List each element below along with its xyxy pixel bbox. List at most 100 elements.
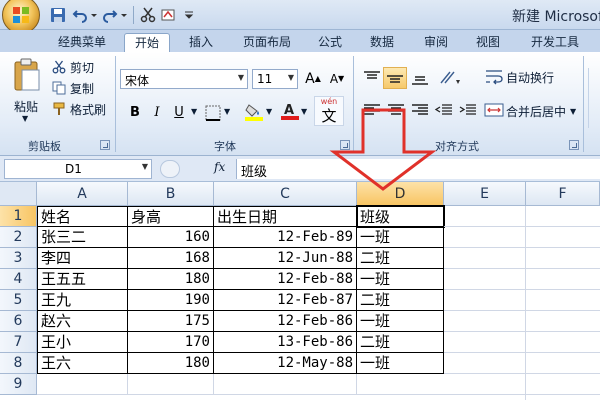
wrap-text-button[interactable]: 自动换行 [506,69,554,86]
table-cell[interactable]: 二班 [357,290,444,311]
row-header-7[interactable]: 7 [0,332,37,353]
cut-button[interactable]: 剪切 [70,59,94,76]
col-header-f[interactable]: F [526,182,600,206]
formula-bar-resize[interactable] [160,160,180,178]
fill-color-icon[interactable] [244,102,264,122]
merge-dropdown-icon[interactable]: ▼ [570,107,576,116]
copy-button[interactable]: 复制 [70,80,94,97]
phonetic-button[interactable]: wén 文 [314,96,344,126]
underline-button[interactable]: U [168,102,190,124]
tab-classic-menu[interactable]: 经典菜单 [50,33,114,52]
row-header-5[interactable]: 5 [0,290,37,311]
paste-button[interactable]: 粘贴 [14,98,38,115]
table-cell[interactable]: 190 [128,290,214,311]
table-cell[interactable]: 王六 [37,353,128,374]
table-cell[interactable]: 二班 [357,248,444,269]
bold-button[interactable]: B [124,102,146,124]
align-bottom-icon[interactable] [410,70,430,86]
font-launcher-icon[interactable] [340,140,350,150]
grow-font-button[interactable]: A▲ [302,68,324,90]
col-header-e[interactable]: E [444,182,526,206]
select-all-button[interactable] [0,182,37,206]
row-header-9[interactable]: 9 [0,374,37,395]
table-cell[interactable]: 张三二 [37,227,128,248]
redo-dropdown-icon[interactable] [120,7,128,23]
decrease-indent-icon[interactable] [434,102,454,118]
office-button[interactable] [2,0,40,34]
tab-data[interactable]: 数据 [362,33,402,52]
borders-dropdown-icon[interactable]: ▼ [224,107,230,116]
formula-input[interactable]: 班级 [236,159,600,180]
row-header-2[interactable]: 2 [0,227,37,248]
header-cell[interactable]: 身高 [128,206,214,227]
col-header-b[interactable]: B [128,182,214,206]
table-cell[interactable]: 180 [128,269,214,290]
table-cell[interactable]: 175 [128,311,214,332]
row-header-3[interactable]: 3 [0,248,37,269]
format-painter-icon[interactable] [52,102,66,116]
tab-home[interactable]: 开始 [124,33,170,52]
paste-icon[interactable] [12,58,42,92]
table-cell[interactable]: 160 [128,227,214,248]
name-box[interactable]: D1 ▼ [4,159,152,179]
table-cell[interactable]: 13-Feb-86 [214,332,357,353]
align-center-icon[interactable] [386,102,406,118]
insert-function-icon[interactable]: fx [214,160,225,174]
header-cell[interactable]: 班级 [356,205,445,228]
table-cell[interactable]: 168 [128,248,214,269]
scissors-icon[interactable] [140,7,156,23]
font-color-button[interactable]: A [278,100,300,122]
empty-cells-e[interactable] [444,206,526,400]
copy-icon[interactable] [52,81,66,95]
col-header-d[interactable]: D [357,182,444,206]
row-header-4[interactable]: 4 [0,269,37,290]
font-color-dropdown-icon[interactable]: ▼ [301,107,307,116]
merge-center-icon[interactable] [484,102,504,118]
underline-dropdown-icon[interactable]: ▼ [191,107,197,116]
merge-center-button[interactable]: 合并后居中 [506,103,566,120]
table-cell[interactable]: 王九 [37,290,128,311]
col-header-a[interactable]: A [37,182,128,206]
shrink-font-button[interactable]: A▼ [326,68,348,90]
table-cell[interactable]: 一班 [357,269,444,290]
row-header-1[interactable]: 1 [0,206,37,227]
table-cell[interactable]: 12-Feb-88 [214,269,357,290]
tab-developer[interactable]: 开发工具 [522,33,588,52]
empty-cells-f[interactable] [526,206,600,400]
fill-color-dropdown-icon[interactable]: ▼ [266,107,272,116]
format-icon[interactable] [160,7,176,23]
font-size-select[interactable]: 11 ▼ [252,69,298,89]
tab-view[interactable]: 视图 [468,33,508,52]
borders-icon[interactable] [204,104,222,122]
undo-icon[interactable] [72,7,88,23]
redo-icon[interactable] [102,7,118,23]
tab-page-layout[interactable]: 页面布局 [236,33,298,52]
align-left-icon[interactable] [362,102,382,118]
format-painter-button[interactable]: 格式刷 [70,101,106,118]
tab-formulas[interactable]: 公式 [310,33,350,52]
table-cell[interactable]: 12-Feb-87 [214,290,357,311]
table-cell[interactable]: 王五五 [37,269,128,290]
increase-indent-icon[interactable] [458,102,478,118]
header-cell[interactable]: 出生日期 [214,206,357,227]
alignment-launcher-icon[interactable] [569,140,579,150]
align-middle-button[interactable] [383,67,407,89]
align-top-icon[interactable] [362,70,382,86]
align-right-icon[interactable] [410,102,430,118]
table-cell[interactable]: 赵六 [37,311,128,332]
table-cell[interactable]: 李四 [37,248,128,269]
table-cell[interactable]: 12-May-88 [214,353,357,374]
customize-qat-icon[interactable] [184,7,194,23]
row-header-8[interactable]: 8 [0,353,37,374]
orientation-icon[interactable] [438,66,464,88]
table-cell[interactable]: 170 [128,332,214,353]
font-name-select[interactable]: 宋体 ▼ [120,69,248,89]
col-header-c[interactable]: C [214,182,357,206]
table-cell[interactable]: 12-Feb-86 [214,311,357,332]
header-cell[interactable]: 姓名 [37,206,128,227]
table-cell[interactable]: 一班 [357,227,444,248]
save-icon[interactable] [50,7,66,23]
table-cell[interactable]: 一班 [357,353,444,374]
undo-dropdown-icon[interactable] [90,7,98,23]
table-cell[interactable]: 一班 [357,311,444,332]
